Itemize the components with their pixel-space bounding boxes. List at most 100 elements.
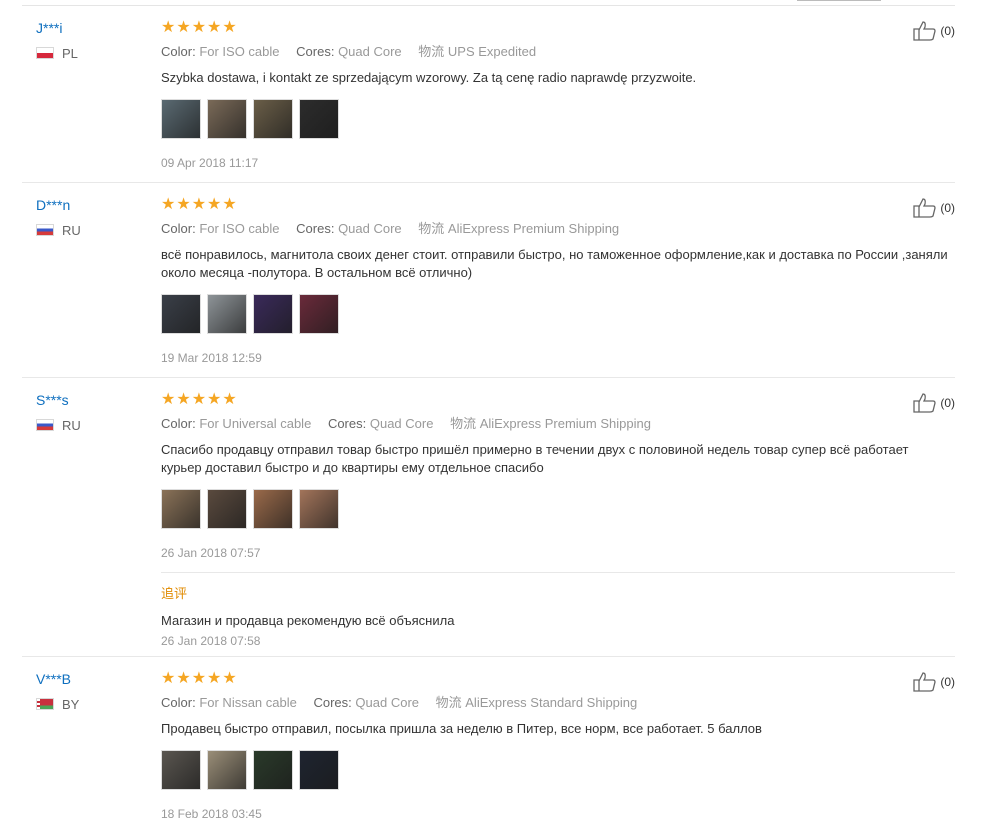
photo-thumbnail[interactable] — [161, 489, 201, 529]
color-label: Color: — [161, 416, 196, 431]
reviewer: V***B BY — [36, 670, 79, 712]
color-label: Color: — [161, 695, 196, 710]
followup-date: 26 Jan 2018 07:58 — [161, 634, 261, 648]
review-date: 18 Feb 2018 03:45 — [161, 807, 262, 821]
thumbs-up-icon — [913, 393, 936, 413]
flag-icon — [36, 698, 54, 710]
photo-thumbnail[interactable] — [207, 750, 247, 790]
review-content: ★★★★★ Color: For Universal cable Cores: … — [161, 391, 955, 648]
cores-value: Quad Core — [338, 44, 402, 59]
country-code: RU — [62, 417, 81, 433]
review-content: ★★★★★ Color: For ISO cable Cores: Quad C… — [161, 19, 951, 170]
review-text: Спасибо продавцу отправил товар быстро п… — [161, 442, 909, 475]
helpful-count: (0) — [940, 201, 955, 215]
review-photos — [161, 750, 951, 790]
photo-thumbnail[interactable] — [207, 489, 247, 529]
reviewer-name[interactable]: V***B — [36, 670, 79, 688]
review-content: ★★★★★ Color: For ISO cable Cores: Quad C… — [161, 196, 951, 365]
photo-thumbnail[interactable] — [299, 489, 339, 529]
flag-icon — [36, 224, 54, 236]
review-date: 19 Mar 2018 12:59 — [161, 351, 262, 365]
logistics-label: 物流 — [418, 221, 445, 236]
review-text: всё понравилось, магнитола своих денег с… — [161, 247, 948, 280]
review-item: D***n RU ★★★★★ Color: For ISO cable Core… — [22, 196, 955, 378]
review-attributes: Color: For ISO cable Cores: Quad Core 物流… — [161, 44, 951, 60]
logistics-label: 物流 — [435, 695, 462, 710]
thumbs-up-icon — [913, 198, 936, 218]
cores-value: Quad Core — [355, 695, 419, 710]
logistics-label: 物流 — [450, 416, 477, 431]
review-photos — [161, 489, 951, 529]
color-value: For ISO cable — [199, 44, 280, 59]
star-rating: ★★★★★ — [161, 196, 238, 213]
helpful-button[interactable]: (0) — [913, 198, 955, 218]
cores-value: Quad Core — [338, 221, 402, 236]
photo-thumbnail[interactable] — [253, 99, 293, 139]
logistics-label: 物流 — [418, 44, 445, 59]
photo-thumbnail[interactable] — [299, 294, 339, 334]
photo-thumbnail[interactable] — [253, 294, 293, 334]
star-rating: ★★★★★ — [161, 19, 238, 36]
cores-label: Cores: — [313, 695, 352, 710]
helpful-count: (0) — [940, 24, 955, 38]
photo-thumbnail[interactable] — [161, 99, 201, 139]
reviewer-name[interactable]: J***i — [36, 19, 78, 37]
photo-thumbnail[interactable] — [253, 489, 293, 529]
shipping-value: AliExpress Premium Shipping — [479, 416, 651, 431]
reviewer: J***i PL — [36, 19, 78, 61]
top-tab-edge — [797, 0, 881, 1]
followup-divider — [161, 572, 955, 573]
cores-value: Quad Core — [369, 416, 434, 431]
review-attributes: Color: For Nissan cable Cores: Quad Core… — [161, 695, 951, 711]
reviewer-country: RU — [36, 222, 81, 238]
photo-thumbnail[interactable] — [161, 294, 201, 334]
helpful-count: (0) — [940, 396, 955, 410]
reviewer-country: RU — [36, 417, 81, 433]
photo-thumbnail[interactable] — [253, 750, 293, 790]
review-attributes: Color: For Universal cable Cores: Quad C… — [161, 416, 951, 432]
review-content: ★★★★★ Color: For Nissan cable Cores: Qua… — [161, 670, 951, 821]
country-code: BY — [62, 696, 80, 712]
helpful-count: (0) — [940, 675, 955, 689]
reviewer: S***s RU — [36, 391, 81, 433]
color-label: Color: — [161, 221, 196, 236]
shipping-value: AliExpress Standard Shipping — [465, 695, 638, 710]
followup-label: 追评 — [161, 586, 188, 601]
color-value: For ISO cable — [199, 221, 280, 236]
flag-icon — [36, 419, 54, 431]
review-item: J***i PL ★★★★★ Color: For ISO cable Core… — [22, 19, 955, 183]
cores-label: Cores: — [296, 44, 335, 59]
star-rating: ★★★★★ — [161, 391, 238, 408]
reviewer: D***n RU — [36, 196, 81, 238]
color-value: For Universal cable — [199, 416, 312, 431]
photo-thumbnail[interactable] — [207, 294, 247, 334]
review-attributes: Color: For ISO cable Cores: Quad Core 物流… — [161, 221, 951, 237]
reviewer-country: PL — [36, 45, 78, 61]
star-rating: ★★★★★ — [161, 670, 238, 687]
review-text: Продавец быстро отправил, посылка пришла… — [161, 721, 762, 736]
review-photos — [161, 99, 951, 139]
cores-label: Cores: — [296, 221, 335, 236]
country-code: RU — [62, 222, 81, 238]
thumbs-up-icon — [913, 21, 936, 41]
reviewer-name[interactable]: D***n — [36, 196, 81, 214]
shipping-value: UPS Expedited — [447, 44, 537, 59]
photo-thumbnail[interactable] — [161, 750, 201, 790]
thumbs-up-icon — [913, 672, 936, 692]
color-label: Color: — [161, 44, 196, 59]
helpful-button[interactable]: (0) — [913, 21, 955, 41]
cores-label: Cores: — [327, 416, 367, 431]
helpful-button[interactable]: (0) — [913, 393, 955, 413]
flag-icon — [36, 47, 54, 59]
photo-thumbnail[interactable] — [299, 99, 339, 139]
helpful-button[interactable]: (0) — [913, 672, 955, 692]
color-value: For Nissan cable — [199, 695, 297, 710]
review-item: V***B BY ★★★★★ Color: For Nissan cable C… — [22, 670, 955, 828]
photo-thumbnail[interactable] — [299, 750, 339, 790]
reviewer-country: BY — [36, 696, 79, 712]
review-photos — [161, 294, 951, 334]
country-code: PL — [62, 45, 78, 61]
followup-text: Магазин и продавца рекомендую всё объясн… — [161, 613, 455, 628]
reviewer-name[interactable]: S***s — [36, 391, 81, 409]
photo-thumbnail[interactable] — [207, 99, 247, 139]
